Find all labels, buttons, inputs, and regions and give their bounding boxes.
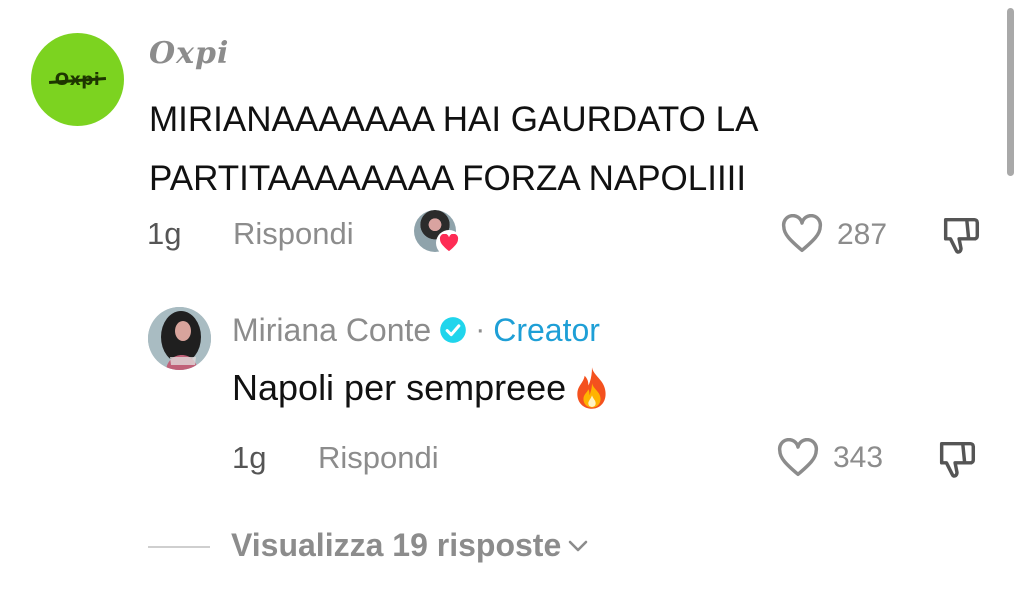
scrollbar-thumb[interactable] [1007, 8, 1014, 176]
dislike-button[interactable] [938, 212, 984, 258]
heart-outline-icon [781, 213, 823, 253]
comment-username[interactable]: Oxpi [149, 36, 229, 71]
reply-text-row: Napoli per sempreee [232, 366, 612, 410]
reply-text: Napoli per sempreee [232, 367, 567, 408]
comment-reply-button[interactable]: Rispondi [233, 216, 354, 252]
comment-text: MIRIANAAAAAAA HAI GAURDATO LA PARTITAAAA… [149, 100, 757, 198]
chevron-down-icon [568, 540, 588, 551]
reply-like-button[interactable] [776, 437, 820, 478]
view-replies-label: Visualizza 19 risposte [231, 527, 562, 563]
dislike-icon [939, 441, 976, 478]
view-replies-divider [148, 546, 210, 548]
creator-separator: · [475, 313, 486, 346]
reply-time: 1g [232, 440, 267, 475]
heart-outline-icon [777, 437, 819, 477]
view-replies-button[interactable]: Visualizza 19 risposte [231, 527, 589, 564]
creator-label: Creator [493, 311, 600, 348]
dislike-icon [943, 217, 980, 254]
fire-emoji-icon [577, 367, 606, 409]
avatar-logo-text: Oxpi [54, 69, 101, 90]
reply-like-count: 343 [833, 441, 884, 474]
reply-dislike-button[interactable] [934, 436, 980, 482]
like-count: 287 [837, 218, 888, 251]
like-button[interactable] [780, 213, 824, 254]
reply-username[interactable]: Miriana Conte [232, 312, 431, 349]
verified-badge-icon [440, 317, 467, 343]
avatar-miriana[interactable] [148, 307, 211, 370]
heart-filled-icon [436, 230, 462, 256]
creator-liked-badge [414, 210, 462, 256]
reply-reply-button[interactable]: Rispondi [318, 440, 439, 476]
avatar-oxpi[interactable]: Oxpi [31, 33, 124, 126]
comment-time: 1g [147, 216, 182, 251]
reply-header: Miriana Conte · Creator [232, 310, 600, 350]
